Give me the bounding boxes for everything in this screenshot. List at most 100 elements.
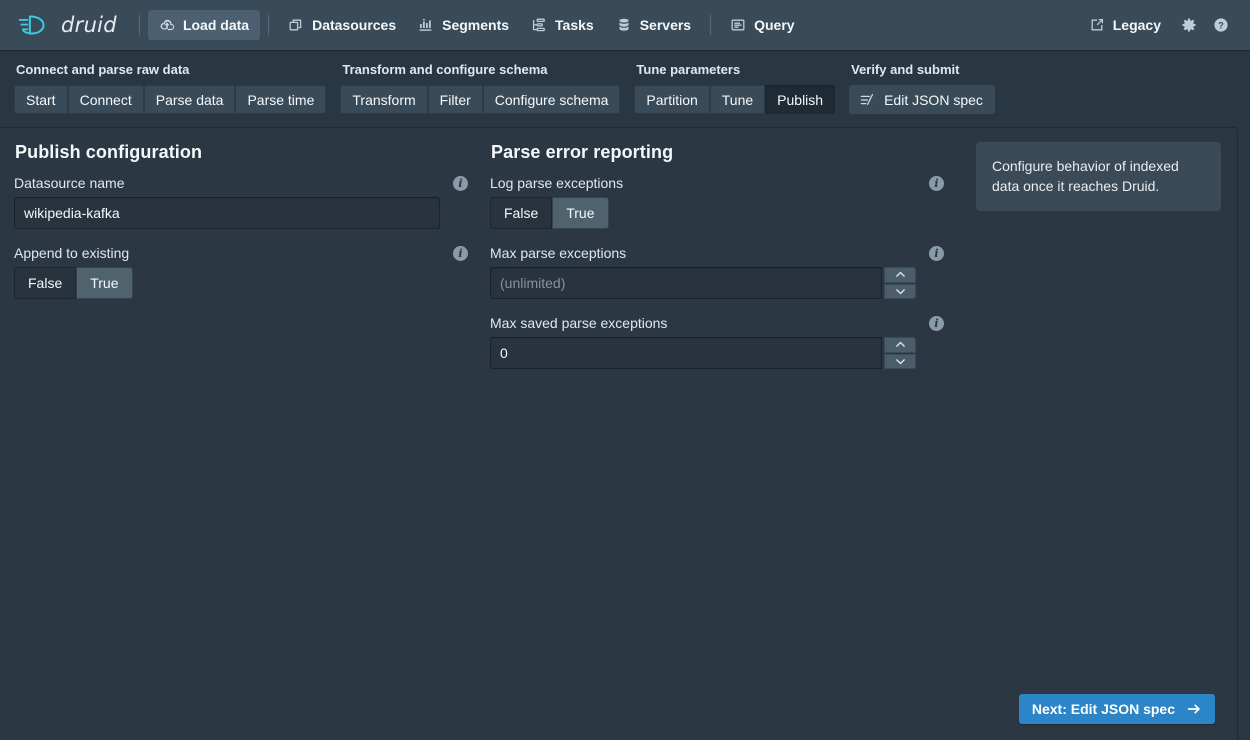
stepper-controls	[884, 267, 916, 299]
step-button-group: Partition Tune Publish	[634, 85, 835, 114]
datasource-name-input[interactable]	[14, 197, 440, 229]
field-max-parse-exceptions: Max parse exceptions i	[490, 245, 952, 299]
field-label: Max parse exceptions	[490, 245, 626, 261]
step-group-title: Verify and submit	[849, 62, 995, 77]
next-edit-json-spec-button[interactable]: Next: Edit JSON spec	[1019, 694, 1215, 724]
toggle-option-false[interactable]: False	[14, 267, 76, 299]
info-icon[interactable]: i	[453, 176, 468, 191]
json-spec-icon	[859, 92, 875, 108]
help-circle-icon: ?	[1213, 17, 1229, 33]
toggle-option-false[interactable]: False	[490, 197, 552, 229]
druid-logo-icon	[18, 12, 52, 38]
navbar-divider-3	[710, 15, 711, 35]
field-header: Max saved parse exceptions i	[490, 315, 952, 331]
gear-icon	[1181, 17, 1197, 33]
nav-item-label: Tasks	[555, 17, 594, 33]
brand-name: druid	[61, 13, 117, 37]
help-button[interactable]: ?	[1206, 10, 1236, 40]
navbar-divider-2	[268, 15, 269, 35]
stepper-controls	[884, 337, 916, 369]
step-button-parse-time[interactable]: Parse time	[235, 85, 326, 114]
field-label: Log parse exceptions	[490, 175, 623, 191]
publish-configuration-column: Publish configuration Datasource name i …	[0, 142, 476, 740]
field-max-saved-parse-exceptions: Max saved parse exceptions i	[490, 315, 952, 369]
toggle-option-true[interactable]: True	[552, 197, 608, 229]
next-button-label: Next: Edit JSON spec	[1032, 701, 1175, 717]
step-group-title: Connect and parse raw data	[14, 62, 326, 77]
svg-text:?: ?	[1218, 20, 1224, 30]
nav-item-query[interactable]: Query	[719, 10, 805, 40]
nav-item-load-data[interactable]: Load data	[148, 10, 260, 40]
navbar-left-group: druid Load data Datasources	[16, 10, 806, 40]
step-button-connect[interactable]: Connect	[68, 85, 144, 114]
stepper-increment-button[interactable]	[884, 337, 916, 353]
step-group-verify: Verify and submit Edit JSON spec	[849, 62, 995, 114]
edit-json-spec-button[interactable]: Edit JSON spec	[849, 85, 995, 114]
cloud-upload-icon	[159, 17, 175, 33]
max-saved-parse-exceptions-input[interactable]	[490, 337, 882, 369]
info-icon[interactable]: i	[929, 316, 944, 331]
step-button-tune[interactable]: Tune	[710, 85, 765, 114]
step-button-start[interactable]: Start	[14, 85, 68, 114]
step-button-group: Transform Filter Configure schema	[340, 85, 620, 114]
info-column: Configure behavior of indexed data once …	[952, 142, 1237, 740]
step-button-group: Start Connect Parse data Parse time	[14, 85, 326, 114]
step-button-partition[interactable]: Partition	[634, 85, 709, 114]
step-group-connect: Connect and parse raw data Start Connect…	[14, 62, 326, 114]
nav-item-legacy[interactable]: Legacy	[1078, 10, 1172, 40]
max-parse-exceptions-input[interactable]	[490, 267, 882, 299]
info-icon[interactable]: i	[453, 246, 468, 261]
nav-item-label: Query	[754, 17, 794, 33]
stepper-increment-button[interactable]	[884, 267, 916, 283]
nav-item-label: Legacy	[1113, 17, 1161, 33]
nav-item-label: Load data	[183, 17, 249, 33]
step-button-filter[interactable]: Filter	[428, 85, 483, 114]
field-append-to-existing: Append to existing i False True	[14, 245, 476, 299]
nav-item-tasks[interactable]: Tasks	[520, 10, 605, 40]
step-button-parse-data[interactable]: Parse data	[144, 85, 236, 114]
multi-layer-icon	[288, 17, 304, 33]
stepper-decrement-button[interactable]	[884, 284, 916, 300]
info-icon[interactable]: i	[929, 176, 944, 191]
parse-error-reporting-title: Parse error reporting	[491, 142, 952, 163]
nav-item-label: Datasources	[312, 17, 396, 33]
step-button-transform[interactable]: Transform	[340, 85, 427, 114]
share-external-icon	[1089, 17, 1105, 33]
stepper-decrement-button[interactable]	[884, 354, 916, 370]
main-content-card: Publish configuration Datasource name i …	[0, 127, 1238, 740]
toggle-option-true[interactable]: True	[76, 267, 132, 299]
content-columns: Publish configuration Datasource name i …	[0, 128, 1237, 740]
nav-item-label: Segments	[442, 17, 509, 33]
step-group-tune: Tune parameters Partition Tune Publish	[634, 62, 835, 114]
segment-bars-icon	[418, 17, 434, 33]
step-group-transform: Transform and configure schema Transform…	[340, 62, 620, 114]
step-group-title: Tune parameters	[634, 62, 835, 77]
field-label: Max saved parse exceptions	[490, 315, 667, 331]
step-button-publish[interactable]: Publish	[765, 85, 835, 114]
field-header: Log parse exceptions i	[490, 175, 952, 191]
navbar: druid Load data Datasources	[0, 0, 1250, 50]
max-saved-parse-exceptions-numeric	[490, 337, 916, 369]
step-group-title: Transform and configure schema	[340, 62, 620, 77]
info-icon[interactable]: i	[929, 246, 944, 261]
brand[interactable]: druid	[16, 12, 131, 38]
log-parse-exceptions-toggle: False True	[490, 197, 952, 229]
tasks-tree-icon	[531, 17, 547, 33]
nav-item-servers[interactable]: Servers	[605, 10, 702, 40]
step-button-configure-schema[interactable]: Configure schema	[483, 85, 621, 114]
navbar-divider-1	[139, 15, 140, 35]
publish-configuration-title: Publish configuration	[15, 142, 476, 163]
field-label: Append to existing	[14, 245, 129, 261]
database-icon	[616, 17, 632, 33]
arrow-right-icon	[1186, 701, 1202, 717]
nav-item-segments[interactable]: Segments	[407, 10, 520, 40]
parse-error-reporting-column: Parse error reporting Log parse exceptio…	[476, 142, 952, 740]
field-log-parse-exceptions: Log parse exceptions i False True	[490, 175, 952, 229]
field-header: Max parse exceptions i	[490, 245, 952, 261]
navbar-right-group: Legacy ?	[1078, 10, 1236, 40]
append-to-existing-toggle: False True	[14, 267, 476, 299]
nav-item-datasources[interactable]: Datasources	[277, 10, 407, 40]
console-icon	[730, 17, 746, 33]
settings-button[interactable]	[1174, 10, 1204, 40]
edit-json-spec-label: Edit JSON spec	[884, 92, 983, 108]
